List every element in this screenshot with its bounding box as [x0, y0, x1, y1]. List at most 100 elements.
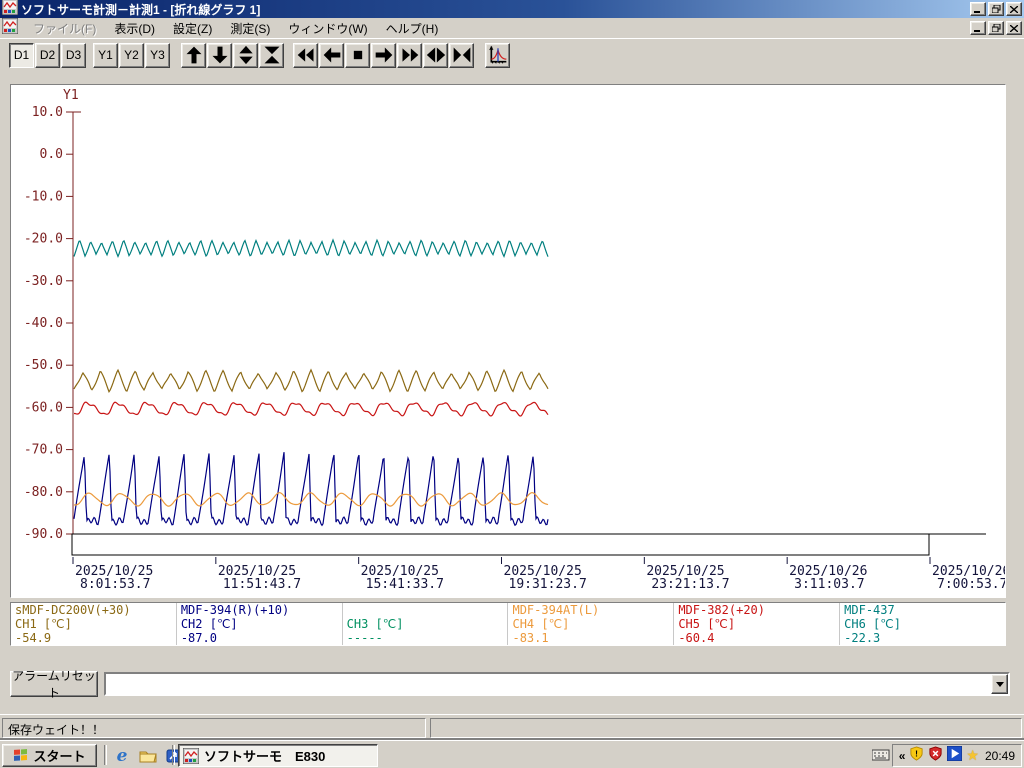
status-bar: 保存ウェイト！！	[0, 714, 1024, 738]
taskbar-separator	[104, 745, 107, 765]
child-restore-button[interactable]	[988, 21, 1004, 35]
y-tick-label: -70.0	[24, 443, 63, 458]
step-left-button[interactable]	[319, 42, 344, 68]
arrow-down-icon	[212, 46, 227, 64]
security-alert-icon[interactable]	[928, 745, 943, 766]
channel-value: -22.3	[844, 631, 881, 645]
windows-logo-icon	[14, 748, 28, 761]
title-bar: ソフトサーモ計測－計測1 - [折れ線グラフ 1]	[0, 0, 1024, 18]
internet-explorer-icon[interactable]: e	[112, 746, 132, 766]
show-desktop-icon[interactable]	[138, 746, 158, 766]
menu-ファイル(F): ファイル(F)	[33, 21, 97, 36]
status-panel-2	[430, 718, 1022, 738]
channel-value: -----	[346, 631, 383, 645]
expand-x-button[interactable]	[423, 42, 448, 68]
y-tick-label: -60.0	[24, 400, 63, 415]
series-CH5	[74, 401, 549, 417]
taskbar: スタート e ソフトサーモ E830 « ! ★ 20:49	[0, 740, 1024, 768]
fast-forward-button[interactable]	[397, 42, 422, 68]
menu-ウィンドウ(W)[interactable]: ウィンドウ(W)	[279, 18, 376, 39]
favorites-tray-icon[interactable]: ★	[966, 747, 979, 764]
svg-text:!: !	[916, 748, 919, 758]
series-CH2	[73, 452, 549, 527]
app-icon	[183, 747, 199, 764]
expand-horizontal-icon	[426, 47, 445, 63]
start-button[interactable]: スタート	[2, 744, 97, 767]
graph-settings-button[interactable]	[485, 42, 510, 68]
menu-測定(S)[interactable]: 測定(S)	[221, 18, 279, 39]
app-task-label: ソフトサーモ E830	[204, 749, 326, 764]
x-tick-time: 3:11:03.7	[794, 577, 864, 592]
x-tick-time: 8:01:53.7	[80, 577, 150, 592]
document-icon[interactable]	[1, 17, 19, 39]
media-player-tray-icon[interactable]	[946, 745, 963, 766]
stop-button[interactable]	[345, 42, 370, 68]
app-task-button[interactable]: ソフトサーモ E830	[178, 744, 378, 767]
arrow-right-icon	[375, 47, 392, 63]
x-tick-time: 7:00:53.7	[937, 577, 1005, 592]
legend-cell-CH3: CH3 [℃] -----	[343, 603, 509, 645]
x-tick-time: 11:51:43.7	[223, 577, 301, 592]
pan-up-button[interactable]	[181, 42, 206, 68]
y-tick-label: -20.0	[24, 232, 63, 247]
x-tick-time: 15:41:33.7	[366, 577, 444, 592]
alarm-reset-button[interactable]: アラームリセット	[10, 669, 98, 700]
fast-rewind-button[interactable]	[293, 42, 318, 68]
menu-bar: ファイル(F) 表示(D) 設定(Z) 測定(S) ウィンドウ(W) ヘルプ(H)	[0, 17, 1024, 39]
restore-button[interactable]	[988, 2, 1004, 16]
y-tick-label: -80.0	[24, 485, 63, 500]
legend-cell-CH5: MDF-382(+20) CH5 [℃] -60.4	[674, 603, 841, 645]
y-tick-label: -40.0	[24, 316, 63, 331]
system-tray: « ! ★ 20:49	[891, 744, 1022, 767]
time-range-box[interactable]	[71, 533, 930, 556]
menu-表示(D)[interactable]: 表示(D)	[105, 18, 164, 39]
y-tick-label: -50.0	[24, 358, 63, 373]
close-button[interactable]	[1006, 2, 1022, 16]
chevron-down-icon	[995, 681, 1004, 687]
channel-label: CH2 [℃]	[180, 617, 238, 631]
y-axis-1-button[interactable]: Y1	[93, 42, 118, 68]
alarm-dropdown-value	[106, 674, 991, 694]
channel-label: CH6 [℃]	[844, 617, 901, 631]
child-close-button[interactable]	[1006, 21, 1022, 35]
compress-vertical-icon	[264, 46, 279, 64]
y-tick-label: -10.0	[24, 189, 63, 204]
display-3-button[interactable]: D3	[61, 42, 86, 68]
alarm-dropdown-button[interactable]	[991, 674, 1008, 694]
y-tick-label: -90.0	[24, 527, 63, 542]
sensor-name	[347, 603, 504, 617]
menu-設定(Z)[interactable]: 設定(Z)	[164, 18, 221, 39]
y-axis-3-button[interactable]: Y3	[145, 42, 170, 68]
sensor-name: MDF-382(+20)	[678, 603, 766, 617]
y-axis-title: Y1	[63, 88, 79, 103]
pan-down-button[interactable]	[207, 42, 232, 68]
child-minimize-button[interactable]	[970, 21, 986, 35]
expand-vertical-icon	[238, 45, 253, 65]
start-label: スタート	[33, 749, 86, 764]
double-right-icon	[402, 48, 418, 62]
keyboard-layout-icon[interactable]	[871, 748, 890, 766]
security-warning-icon[interactable]: !	[909, 745, 924, 766]
arrow-up-icon	[186, 46, 201, 64]
alarm-dropdown[interactable]	[104, 672, 1010, 696]
legend-cell-CH4: MDF-394AT(L) CH4 [℃] -83.1	[508, 603, 675, 645]
line-graph-panel: Y1 10.0 0.0 -10.0 -20.0 -30.0 -40.0 -50.0 -60.0 -…	[10, 84, 1010, 598]
y-axis-2-button[interactable]: Y2	[119, 42, 144, 68]
compress-y-button[interactable]	[259, 42, 284, 68]
display-1-button[interactable]: D1	[9, 42, 34, 68]
expand-y-button[interactable]	[233, 42, 258, 68]
stop-square-icon	[353, 50, 362, 60]
channel-label: CH5 [℃]	[678, 617, 736, 631]
toolbar: D1 D2 D3 Y1 Y2 Y3	[0, 38, 1024, 71]
menu-items: ファイル(F) 表示(D) 設定(Z) 測定(S) ウィンドウ(W) ヘルプ(H)	[24, 18, 447, 39]
x-tick-time: 23:21:13.7	[651, 577, 729, 592]
minimize-button[interactable]	[970, 2, 986, 16]
display-2-button[interactable]: D2	[35, 42, 60, 68]
legend-cell-CH1: sMDF-DC200V(+30) CH1 [℃] -54.9	[11, 603, 177, 645]
step-right-button[interactable]	[371, 42, 396, 68]
compress-x-button[interactable]	[449, 42, 474, 68]
menu-ヘルプ(H)[interactable]: ヘルプ(H)	[377, 18, 448, 39]
tray-collapse-chevron[interactable]: «	[899, 749, 906, 763]
series-CH6	[73, 238, 549, 258]
channel-label: CH3 [℃]	[346, 617, 404, 631]
